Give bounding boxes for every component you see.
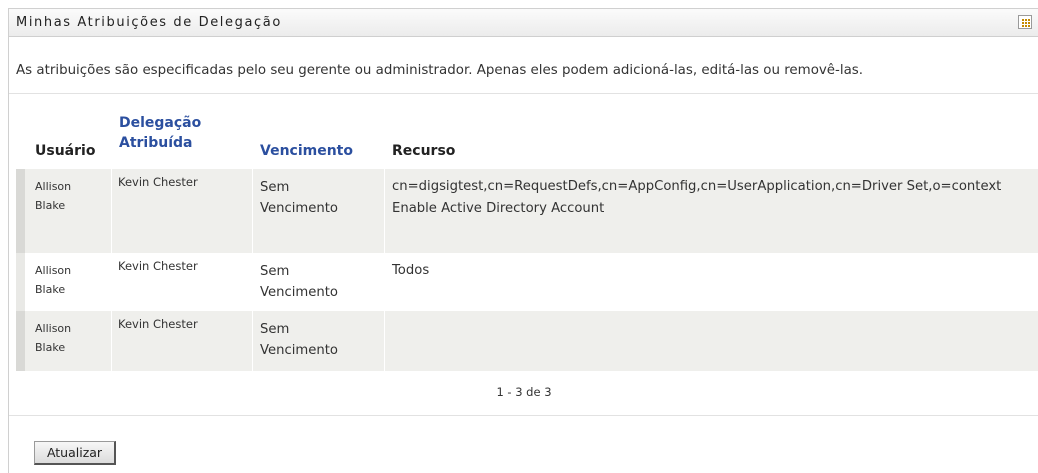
column-header-user: Usuário — [35, 143, 96, 159]
cell-user: Allison Blake — [35, 180, 72, 212]
divider — [9, 93, 1038, 94]
cell-resource: cn=digsigtest,cn=RequestDefs,cn=AppConfi… — [392, 176, 1037, 220]
panel-title: Minhas Atribuições de Delegação — [16, 15, 282, 30]
divider — [9, 415, 1038, 416]
cell-resource: Todos — [392, 260, 1037, 282]
resource-name: Enable Active Directory Account — [392, 201, 605, 216]
cell-expiry: Sem Vencimento — [260, 180, 338, 216]
refresh-button[interactable]: Atualizar — [34, 441, 116, 465]
cell-delegate: Kevin Chester — [118, 259, 198, 273]
table-row: Allison Blake Kevin Chester Sem Vencimen… — [16, 311, 1038, 371]
pagination-status: 1 - 3 de 3 — [496, 385, 552, 399]
delegation-assignments-panel: Minhas Atribuições de Delegação As atrib… — [8, 8, 1038, 473]
cell-user: Allison Blake — [35, 264, 72, 296]
column-header-resource: Recurso — [392, 143, 456, 159]
cell-delegate: Kevin Chester — [118, 175, 198, 189]
table-row: Allison Blake Kevin Chester Sem Vencimen… — [16, 169, 1038, 253]
table-row: Allison Blake Kevin Chester Sem Vencimen… — [16, 253, 1038, 311]
cell-delegate: Kevin Chester — [118, 317, 198, 331]
column-header-delegation-line2: Atribuída — [119, 135, 193, 151]
column-header-delegation[interactable]: Delegação Atribuída — [119, 113, 201, 153]
grid-menu-icon[interactable] — [1018, 15, 1032, 29]
panel-description: As atribuições são especificadas pelo se… — [16, 63, 864, 78]
panel-header: Minhas Atribuições de Delegação — [9, 9, 1038, 37]
resource-dn: Todos — [392, 263, 430, 278]
cell-user: Allison Blake — [35, 322, 72, 354]
cell-expiry: Sem Vencimento — [260, 322, 338, 358]
cell-expiry: Sem Vencimento — [260, 264, 338, 300]
column-header-expiry[interactable]: Vencimento — [260, 141, 353, 161]
resource-dn: cn=digsigtest,cn=RequestDefs,cn=AppConfi… — [392, 179, 1002, 194]
column-header-delegation-line1: Delegação — [119, 115, 202, 131]
